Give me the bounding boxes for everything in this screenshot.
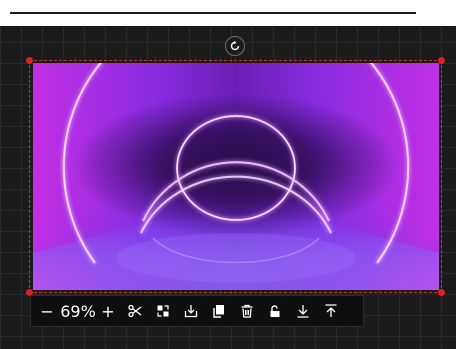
send-backward-icon xyxy=(297,305,309,318)
neon-tunnel-image xyxy=(33,63,439,290)
replace-button[interactable] xyxy=(149,296,177,326)
trash-icon xyxy=(241,304,253,318)
resize-handle-top-right[interactable] xyxy=(438,57,445,64)
canvas-image[interactable] xyxy=(33,63,439,290)
rotate-handle[interactable] xyxy=(225,36,245,56)
lock-toggle-button[interactable] xyxy=(261,296,289,326)
image-toolbar: − 69% + xyxy=(30,295,364,327)
send-backward-button[interactable] xyxy=(289,296,317,326)
import-button[interactable] xyxy=(177,296,205,326)
zoom-level: 69% xyxy=(60,301,96,321)
delete-button[interactable] xyxy=(233,296,261,326)
zoom-in-button[interactable]: + xyxy=(97,302,119,321)
cut-button[interactable] xyxy=(121,296,149,326)
resize-handle-top-left[interactable] xyxy=(26,57,33,64)
top-panel xyxy=(0,0,456,26)
top-divider xyxy=(10,12,416,14)
replace-icon xyxy=(157,305,169,317)
duplicate-icon xyxy=(213,305,224,318)
zoom-out-button[interactable]: − xyxy=(35,302,59,321)
rotate-icon xyxy=(230,40,240,51)
unlock-icon xyxy=(270,305,280,317)
scissors-icon xyxy=(128,304,142,318)
bring-to-front-icon xyxy=(325,304,337,317)
bring-to-front-button[interactable] xyxy=(317,296,345,326)
resize-handle-bottom-right[interactable] xyxy=(438,289,445,296)
download-into-icon xyxy=(184,305,198,318)
duplicate-button[interactable] xyxy=(205,296,233,326)
